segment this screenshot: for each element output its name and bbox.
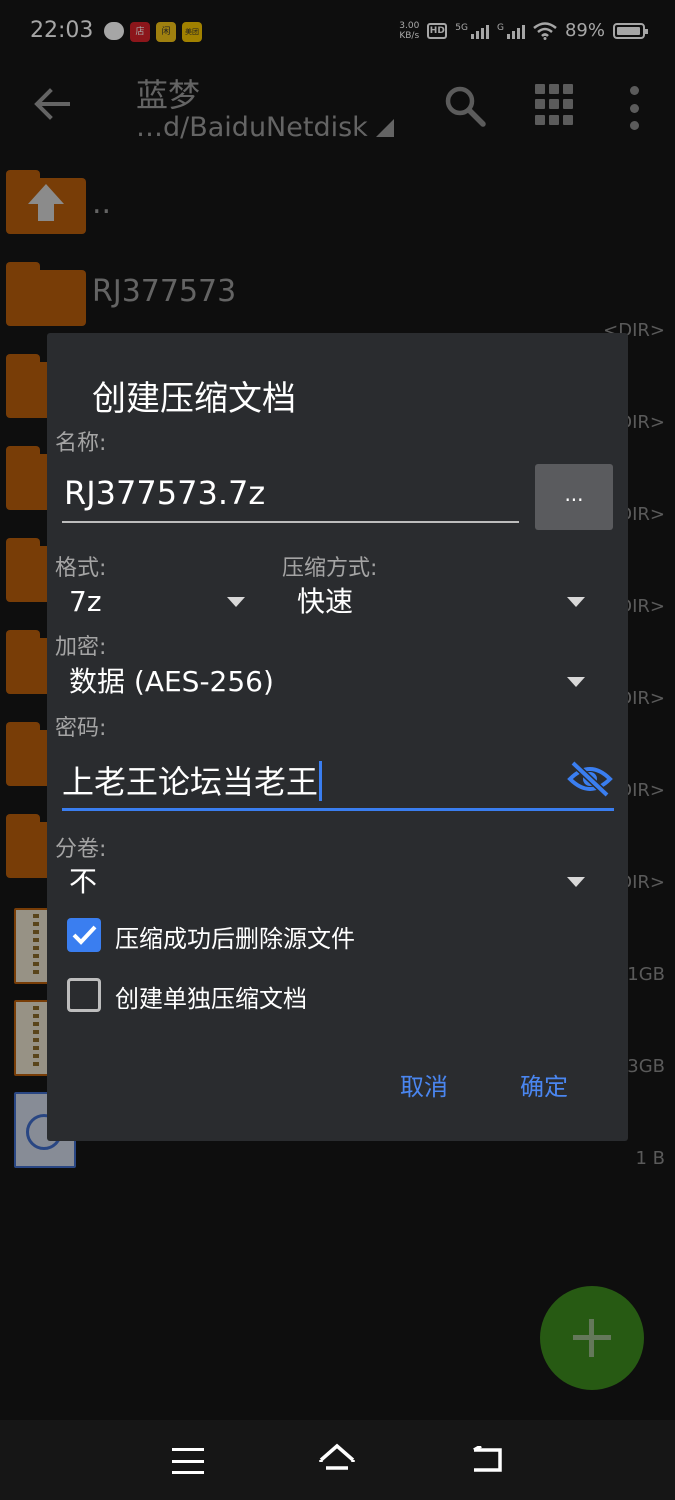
visibility-off-icon[interactable] [567, 759, 613, 799]
dialog-title: 创建压缩文档 [92, 379, 296, 419]
password-label: 密码: [55, 716, 107, 741]
format-value: 7z [69, 585, 102, 618]
archive-name-input[interactable]: RJ377573.7z [62, 463, 519, 523]
recent-apps-icon[interactable] [172, 1448, 204, 1474]
create-archive-dialog: 创建压缩文档 名称: RJ377573.7z ... 格式: 压缩方式: 7z … [47, 333, 628, 1141]
password-text: 上老王论坛当老王 [62, 763, 319, 801]
delete-source-checkbox[interactable] [67, 918, 101, 952]
cancel-button[interactable]: 取消 [400, 1067, 448, 1102]
text-cursor [319, 761, 323, 801]
nav-back-icon[interactable] [470, 1446, 506, 1474]
split-value: 不 [69, 865, 98, 898]
encrypt-select[interactable]: 数据 (AES-256) [69, 657, 585, 707]
ok-button[interactable]: 确定 [520, 1067, 568, 1102]
separate-archive-label[interactable]: 创建单独压缩文档 [115, 979, 307, 1014]
home-icon[interactable] [318, 1442, 356, 1474]
chevron-down-icon [567, 877, 585, 887]
delete-source-label[interactable]: 压缩成功后删除源文件 [115, 919, 355, 954]
system-nav-bar [0, 1420, 675, 1500]
split-select[interactable]: 不 [69, 857, 585, 907]
chevron-down-icon [567, 597, 585, 607]
name-label: 名称: [55, 431, 107, 456]
method-value: 快速 [297, 585, 354, 618]
password-input[interactable]: 上老王论坛当老王 [62, 753, 614, 811]
format-select[interactable]: 7z [69, 577, 245, 627]
encrypt-value: 数据 (AES-256) [69, 665, 274, 698]
check-icon [72, 925, 97, 945]
method-select[interactable]: 快速 [297, 577, 585, 627]
browse-button[interactable]: ... [535, 464, 613, 530]
chevron-down-icon [227, 597, 245, 607]
separate-archive-checkbox[interactable] [67, 978, 101, 1012]
chevron-down-icon [567, 677, 585, 687]
